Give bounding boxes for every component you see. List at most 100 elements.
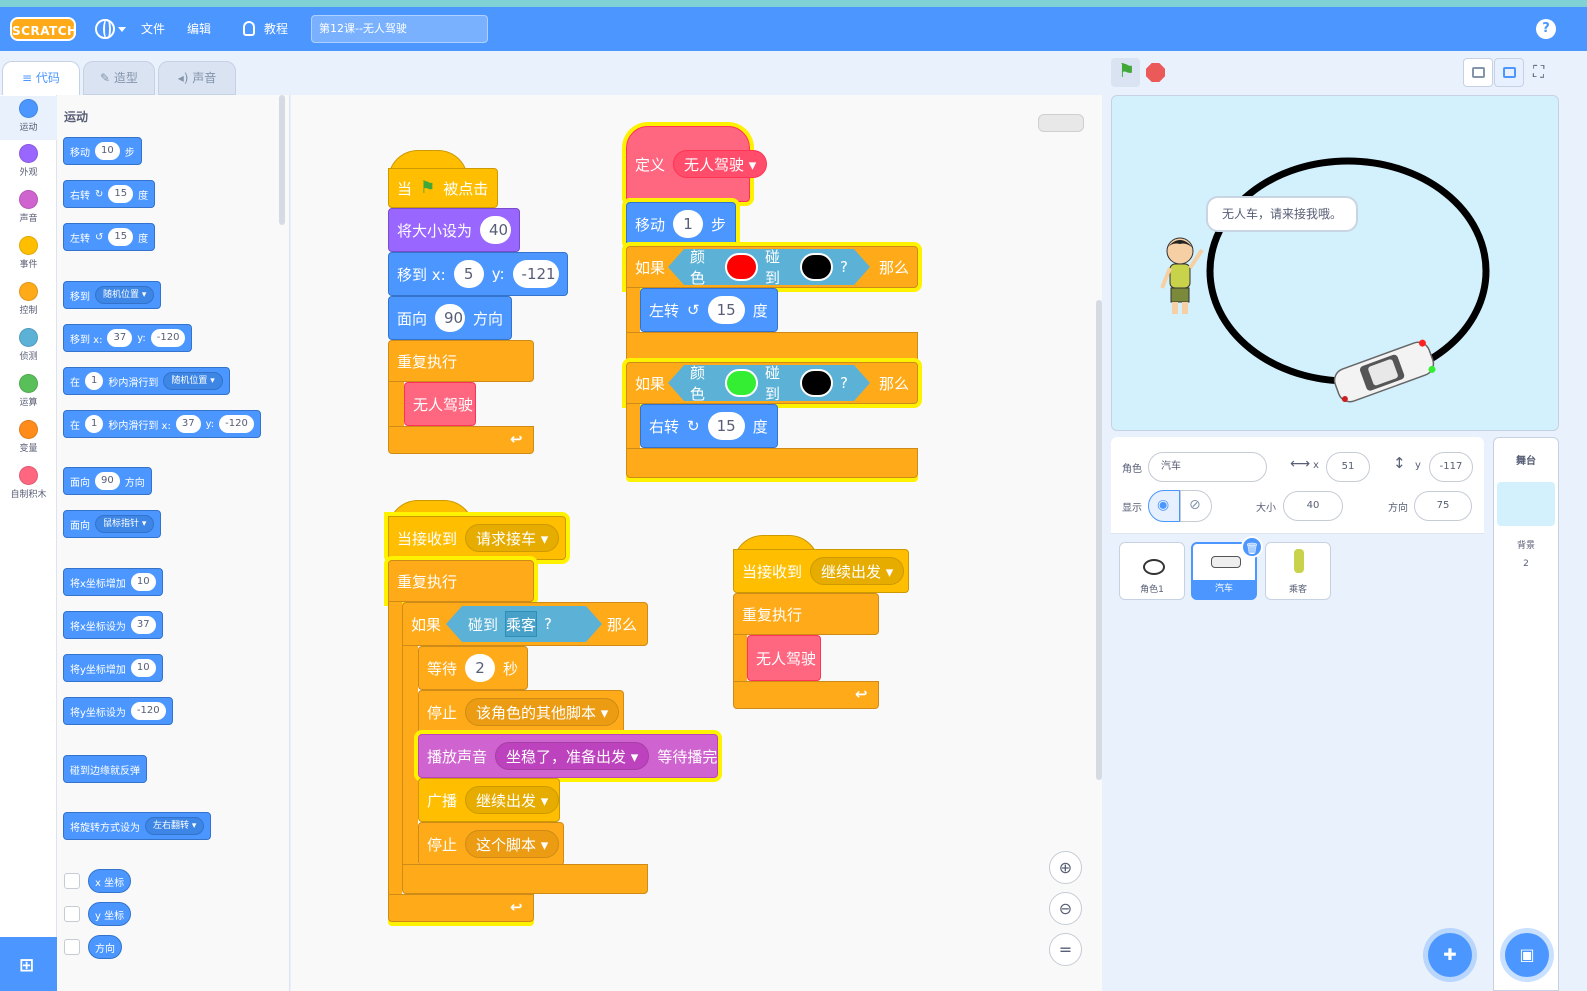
x-input[interactable]: 51 bbox=[1326, 452, 1370, 482]
palette-turn-left-block[interactable]: 左转 ↺ 15 度 bbox=[63, 223, 156, 251]
wait-seconds-block[interactable]: 等待 2 秒 bbox=[418, 646, 528, 690]
chevron-down-icon[interactable] bbox=[118, 27, 126, 32]
stop-this-script-block[interactable]: 停止 这个脚本 bbox=[418, 822, 564, 866]
palette-glide-block[interactable]: 在 1 秒内滑行到 随机位置 bbox=[63, 367, 230, 395]
palette-set-y-block[interactable]: 将y坐标设为 -120 bbox=[63, 697, 173, 725]
menu-file[interactable]: 文件 bbox=[141, 7, 165, 51]
broadcast-block[interactable]: 广播 继续出发 bbox=[418, 778, 560, 822]
palette-point-towards-block[interactable]: 面向 鼠标指针 bbox=[63, 510, 162, 538]
direction-input[interactable]: 75 bbox=[1414, 491, 1472, 521]
size-input[interactable]: 40 bbox=[1283, 491, 1343, 521]
palette-set-x-block[interactable]: 将x坐标设为 37 bbox=[63, 611, 163, 639]
when-receive-request-block[interactable]: 当接收到 请求接车 bbox=[388, 516, 566, 560]
fullscreen-icon[interactable]: ⛶ bbox=[1533, 62, 1544, 82]
play-sound-until-done-block[interactable]: 播放声音坐稳了，准备出发等待播完 bbox=[418, 734, 718, 778]
goto-xy-block[interactable]: 移到 x: 5 y: -121 bbox=[388, 252, 568, 296]
sprite-tile-passenger[interactable]: 乘客 bbox=[1265, 542, 1331, 600]
palette-goto-block[interactable]: 移到 随机位置 bbox=[63, 281, 162, 309]
normal-stage-button[interactable] bbox=[1494, 58, 1524, 87]
palette-ypos-reporter[interactable]: y 坐标 bbox=[88, 902, 132, 926]
stop-option-dropdown[interactable]: 这个脚本 bbox=[465, 830, 560, 858]
sprite-name-input[interactable]: 汽车 bbox=[1148, 452, 1267, 482]
stop-button[interactable] bbox=[1146, 63, 1165, 82]
move-steps-block[interactable]: 移动 1 步 bbox=[626, 202, 736, 246]
palette-xpos-reporter[interactable]: x 坐标 bbox=[88, 869, 132, 893]
green-flag-button[interactable]: ⚑ bbox=[1111, 58, 1140, 87]
black-swatch[interactable] bbox=[800, 369, 833, 397]
forever-block[interactable]: 重复执行 bbox=[388, 560, 534, 602]
turn-left-block[interactable]: 左转 ↺ 15 度 bbox=[640, 288, 778, 332]
category-sensing[interactable]: 侦测 bbox=[0, 328, 57, 362]
tab-sounds[interactable]: ◂) 声音 bbox=[158, 61, 236, 95]
palette-glidexy-block[interactable]: 在 1 秒内滑行到 x: 37 y: -120 bbox=[63, 410, 261, 438]
workspace-scrollbar[interactable] bbox=[1096, 300, 1102, 780]
turn-right-block[interactable]: 右转 ↻ 15 度 bbox=[640, 404, 778, 448]
zoom-in-button[interactable]: ⊕ bbox=[1049, 851, 1082, 884]
scratch-logo[interactable]: SCRATCH bbox=[10, 17, 77, 41]
palette-point-block[interactable]: 面向 90 方向 bbox=[63, 467, 152, 495]
palette-direction-reporter[interactable]: 方向 bbox=[88, 935, 122, 959]
category-events[interactable]: 事件 bbox=[0, 236, 57, 270]
message-dropdown[interactable]: 请求接车 bbox=[465, 524, 560, 552]
palette-move-block[interactable]: 移动 10 步 bbox=[63, 137, 142, 165]
tab-code[interactable]: ≡ 代码 bbox=[2, 61, 80, 96]
sprite-tile-1[interactable]: 角色1 bbox=[1119, 542, 1185, 600]
category-looks[interactable]: 外观 bbox=[0, 144, 57, 178]
show-sprite-button[interactable]: ◉ bbox=[1148, 490, 1180, 522]
zoom-out-button[interactable]: ⊖ bbox=[1049, 892, 1082, 925]
add-backdrop-button[interactable]: ▣ bbox=[1505, 933, 1549, 977]
add-sprite-button[interactable]: ✚ bbox=[1428, 933, 1472, 977]
globe-icon[interactable] bbox=[95, 19, 115, 39]
green-swatch[interactable] bbox=[725, 369, 758, 397]
stop-option-dropdown[interactable]: 该角色的其他脚本 bbox=[465, 698, 620, 726]
palette-change-x-block[interactable]: 将x坐标增加 10 bbox=[63, 568, 163, 596]
stage-canvas[interactable] bbox=[1111, 95, 1559, 431]
xpos-checkbox[interactable] bbox=[64, 873, 80, 889]
palette-gotoxy-block[interactable]: 移到 x: 37 y: -120 bbox=[63, 324, 193, 352]
add-extension-button[interactable]: ⊞ bbox=[0, 937, 57, 991]
palette-bounce-block[interactable]: 碰到边缘就反弹 bbox=[63, 755, 147, 783]
message-dropdown[interactable]: 继续出发 bbox=[810, 557, 905, 585]
help-icon[interactable]: ? bbox=[1536, 19, 1556, 39]
color-touching-color-condition[interactable]: 颜色 碰到? bbox=[668, 365, 870, 401]
category-variables[interactable]: 变量 bbox=[0, 420, 57, 454]
category-my-blocks[interactable]: 自制积木 bbox=[0, 466, 57, 500]
point-direction-block[interactable]: 面向 90 方向 bbox=[388, 296, 512, 340]
tab-costumes[interactable]: ✎ 造型 bbox=[83, 61, 155, 95]
category-sound[interactable]: 声音 bbox=[0, 190, 57, 224]
lightbulb-icon[interactable] bbox=[243, 21, 255, 36]
broadcast-dropdown[interactable]: 继续出发 bbox=[465, 786, 560, 814]
menu-edit[interactable]: 编辑 bbox=[187, 7, 211, 51]
touching-condition[interactable]: 碰到 乘客? bbox=[446, 606, 602, 642]
set-size-block[interactable]: 将大小设为 40 bbox=[388, 208, 520, 252]
touch-target-dropdown[interactable]: 乘客 bbox=[505, 611, 537, 637]
palette-rotation-style-block[interactable]: 将旋转方式设为 左右翻转 bbox=[63, 812, 212, 840]
call-autodrive-block[interactable]: 无人驾驶 bbox=[404, 382, 476, 426]
category-operators[interactable]: 运算 bbox=[0, 374, 57, 408]
hide-sprite-button[interactable]: ⊘ bbox=[1180, 490, 1212, 522]
forever-block[interactable]: 重复执行 bbox=[388, 340, 534, 382]
palette-scrollbar[interactable] bbox=[279, 95, 285, 225]
small-stage-button[interactable] bbox=[1463, 58, 1493, 87]
when-flag-clicked-block[interactable]: 当 ⚑ 被点击 bbox=[388, 168, 498, 208]
black-swatch[interactable] bbox=[800, 253, 833, 281]
red-swatch[interactable] bbox=[725, 253, 758, 281]
forever-block[interactable]: 重复执行 bbox=[733, 593, 879, 635]
when-receive-continue-block[interactable]: 当接收到 继续出发 bbox=[733, 549, 909, 593]
delete-sprite-button[interactable]: 🗑 bbox=[1241, 536, 1263, 558]
palette-turn-right-block[interactable]: 右转 ↻ 15 度 bbox=[63, 180, 156, 208]
palette-change-y-block[interactable]: 将y坐标增加 10 bbox=[63, 654, 163, 682]
y-input[interactable]: -117 bbox=[1429, 452, 1473, 482]
category-motion[interactable]: 运动 bbox=[0, 96, 57, 140]
sound-dropdown[interactable]: 坐稳了，准备出发 bbox=[495, 742, 650, 770]
stage-thumbnail[interactable] bbox=[1497, 482, 1555, 526]
direction-checkbox[interactable] bbox=[64, 939, 80, 955]
stop-other-scripts-block[interactable]: 停止 该角色的其他脚本 bbox=[418, 690, 624, 734]
ypos-checkbox[interactable] bbox=[64, 906, 80, 922]
project-title-input[interactable]: 第12课--无人驾驶 bbox=[311, 15, 488, 43]
call-autodrive-block[interactable]: 无人驾驶 bbox=[747, 635, 821, 681]
color-touching-color-condition[interactable]: 颜色 碰到? bbox=[668, 249, 870, 285]
category-control[interactable]: 控制 bbox=[0, 282, 57, 316]
zoom-reset-button[interactable]: = bbox=[1049, 933, 1082, 966]
define-autodrive-block[interactable]: 定义 无人驾驶 bbox=[626, 126, 768, 202]
